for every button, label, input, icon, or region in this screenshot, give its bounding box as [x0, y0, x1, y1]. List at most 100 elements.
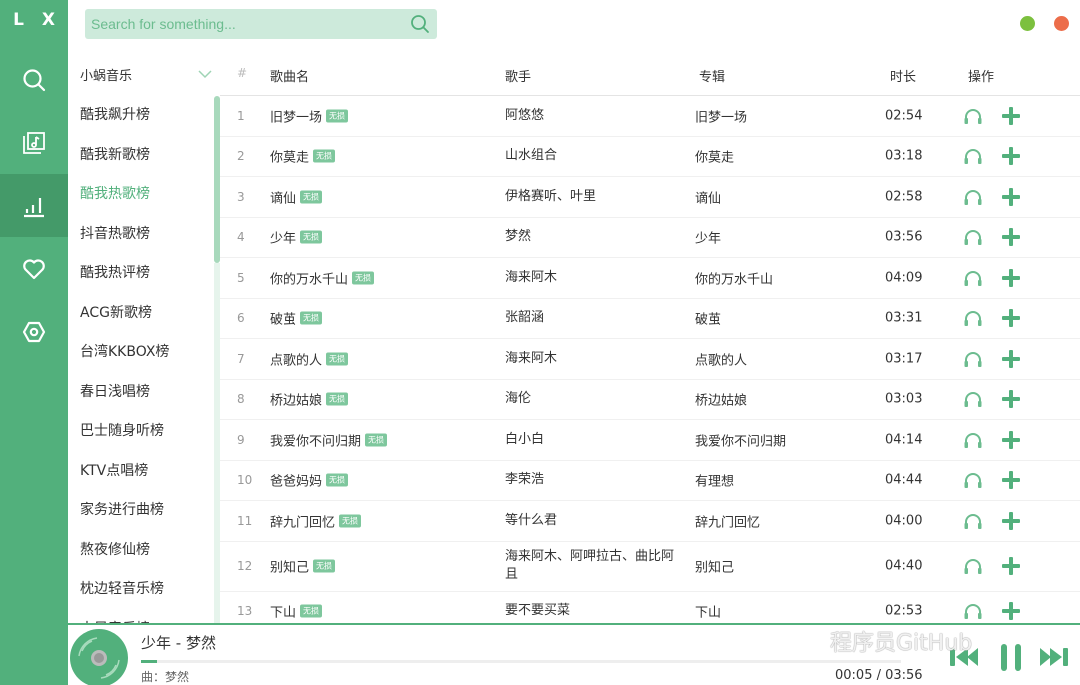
song-name: 下山 — [270, 605, 297, 621]
board-item[interactable]: KTV点唱榜 — [68, 452, 220, 492]
add-button[interactable] — [1002, 471, 1020, 490]
song-duration: 02:54 — [885, 108, 923, 124]
table-row[interactable]: 7 点歌的人 无损 海来阿木 点歌的人 03:17 — [220, 339, 1080, 380]
table-row[interactable]: 10 爸爸妈妈 无损 李荣浩 有理想 04:44 — [220, 461, 1080, 501]
song-singer: 山水组合 — [505, 148, 558, 164]
listen-button[interactable] — [963, 602, 983, 620]
listen-button[interactable] — [963, 390, 983, 408]
plus-icon — [1002, 349, 1020, 368]
heart-icon — [23, 258, 45, 279]
add-button[interactable] — [1002, 602, 1020, 621]
add-button[interactable] — [1002, 147, 1020, 166]
song-name-cell: 桥边姑娘 无损 — [270, 390, 349, 409]
song-num: 11 — [237, 513, 253, 528]
table-row[interactable]: 4 少年 无损 梦然 少年 03:56 — [220, 218, 1080, 258]
next-track-icon[interactable] — [1038, 642, 1072, 672]
add-button[interactable] — [1002, 349, 1020, 368]
song-name: 你莫走 — [270, 150, 310, 166]
board-item[interactable]: 巴士随身听榜 — [68, 412, 220, 452]
nav-sidebar: L X — [0, 0, 68, 685]
song-name-cell: 爸爸妈妈 无损 — [270, 471, 349, 490]
add-button[interactable] — [1002, 228, 1020, 247]
headphones-icon — [964, 149, 982, 165]
pause-icon[interactable] — [996, 642, 1026, 672]
listen-button[interactable] — [963, 350, 983, 368]
board-list: 酷我飙升榜 酷我新歌榜 酷我热歌榜 抖音热歌榜 酷我热评榜 ACG新歌榜 台湾KKBOX榜春… — [68, 96, 220, 623]
progress-bar[interactable] — [141, 660, 901, 663]
plus-icon — [1002, 309, 1020, 328]
add-button[interactable] — [1002, 390, 1020, 409]
board-item[interactable]: 熬夜修仙榜 — [68, 531, 220, 571]
add-button[interactable] — [1002, 430, 1020, 449]
table-row[interactable]: 3 谪仙 无损 伊格赛听、叶里 谪仙 02:58 — [220, 177, 1080, 218]
board-item[interactable]: ACG新歌榜 — [68, 294, 220, 334]
nav-item-song-list[interactable] — [0, 111, 68, 174]
song-singer: 张韶涵 — [505, 310, 545, 326]
minimize-button[interactable] — [1020, 16, 1035, 31]
plus-icon — [1002, 228, 1020, 247]
listen-button[interactable] — [963, 107, 983, 125]
board-item[interactable]: 酷我飙升榜 — [68, 96, 220, 136]
song-singer: 阿悠悠 — [505, 107, 545, 123]
song-album: 你的万水千山 — [695, 272, 774, 288]
table-row[interactable]: 8 桥边姑娘 无损 海伦 桥边姑娘 03:03 — [220, 380, 1080, 420]
table-row[interactable]: 9 我爱你不问归期 无损 白小白 我爱你不问归期 04:14 — [220, 420, 1080, 461]
board-item[interactable]: 古风音乐榜 — [68, 610, 220, 624]
board-item[interactable]: 春日浅唱榜 — [68, 373, 220, 413]
listen-button[interactable] — [963, 188, 983, 206]
listen-button[interactable] — [963, 512, 983, 530]
table-row[interactable]: 1 旧梦一场 无损 阿悠悠 旧梦一场 02:54 — [220, 96, 1080, 137]
add-button[interactable] — [1002, 106, 1020, 125]
song-name-cell: 别知己 无损 — [270, 557, 336, 576]
board-item[interactable]: 台湾KKBOX榜 — [68, 333, 220, 373]
board-item[interactable]: 抖音热歌榜 — [68, 215, 220, 255]
listen-button[interactable] — [963, 147, 983, 165]
add-button[interactable] — [1002, 309, 1020, 328]
listen-button[interactable] — [963, 309, 983, 327]
add-button[interactable] — [1002, 511, 1020, 530]
song-duration: 03:56 — [885, 229, 923, 245]
nav-item-leaderboard[interactable] — [0, 174, 68, 237]
lossless-badge: 无损 — [300, 190, 323, 204]
listen-button[interactable] — [963, 228, 983, 246]
song-singer: 要不要买菜 — [505, 603, 571, 619]
lossless-badge: 无损 — [300, 230, 323, 244]
board-item[interactable]: 酷我热歌榜 — [68, 175, 220, 215]
listen-button[interactable] — [963, 471, 983, 489]
table-row[interactable]: 2 你莫走 无损 山水组合 你莫走 03:18 — [220, 137, 1080, 177]
listen-button[interactable] — [963, 557, 983, 575]
song-album: 旧梦一场 — [695, 110, 748, 126]
board-item[interactable]: 酷我新歌榜 — [68, 136, 220, 176]
listen-button[interactable] — [963, 269, 983, 287]
nav-item-favorites[interactable] — [0, 237, 68, 300]
album-disc-icon[interactable] — [70, 629, 128, 685]
listen-button[interactable] — [963, 431, 983, 449]
song-singer: 海来阿木 — [505, 350, 558, 366]
app-logo: L X — [13, 10, 61, 30]
nav-item-search[interactable] — [0, 48, 68, 111]
search-icon[interactable] — [410, 14, 430, 34]
song-name-cell: 谪仙 无损 — [270, 187, 323, 206]
headphones-icon — [964, 311, 982, 327]
board-item[interactable]: 家务进行曲榜 — [68, 491, 220, 531]
song-duration: 03:03 — [885, 391, 923, 407]
search-input[interactable] — [85, 16, 400, 32]
table-row[interactable]: 6 破茧 无损 张韶涵 破茧 03:31 — [220, 299, 1080, 339]
headphones-icon — [964, 432, 982, 448]
close-button[interactable] — [1054, 16, 1069, 31]
board-item[interactable]: 枕边轻音乐榜 — [68, 570, 220, 610]
table-row[interactable]: 13 下山 无损 要不要买菜 下山 02:53 — [220, 592, 1080, 624]
add-button[interactable] — [1002, 268, 1020, 287]
board-item[interactable]: 酷我热评榜 — [68, 254, 220, 294]
table-row[interactable]: 11 辞九门回忆 无损 等什么君 辞九门回忆 04:00 — [220, 501, 1080, 542]
music-folder-icon — [23, 131, 45, 154]
song-album: 桥边姑娘 — [695, 393, 748, 409]
table-row[interactable]: 5 你的万水千山 无损 海来阿木 你的万水千山 04:09 — [220, 258, 1080, 299]
song-album: 少年 — [695, 231, 722, 247]
add-button[interactable] — [1002, 557, 1020, 575]
add-button[interactable] — [1002, 187, 1020, 206]
song-name: 别知己 — [270, 560, 310, 576]
table-row[interactable]: 12 别知己 无损 海来阿木、阿呷拉古、曲比阿且 别知己 04:40 — [220, 542, 1080, 592]
nav-item-settings[interactable] — [0, 300, 68, 363]
source-select[interactable]: 小蜗音乐 — [80, 64, 212, 84]
